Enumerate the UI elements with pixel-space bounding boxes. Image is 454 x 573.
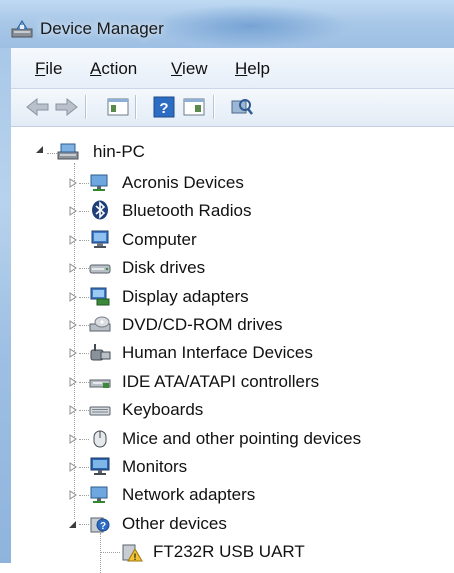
toolbar: ? bbox=[11, 89, 454, 127]
window-frame bbox=[0, 48, 11, 563]
collapse-arrow-icon[interactable] bbox=[35, 144, 45, 154]
device-tree: hin-PC Acronis Devices Bluetooth Radios Com… bbox=[11, 127, 454, 573]
menu-view[interactable]: View bbox=[171, 59, 208, 79]
expand-arrow-icon[interactable] bbox=[68, 234, 78, 245]
expand-arrow-icon[interactable] bbox=[68, 405, 78, 416]
expand-arrow-icon[interactable] bbox=[68, 206, 78, 217]
tree-node-label: hin-PC bbox=[93, 142, 145, 161]
dvd-drive-icon bbox=[89, 316, 111, 332]
expand-arrow-icon[interactable] bbox=[68, 320, 78, 330]
disk-drive-icon bbox=[89, 264, 111, 274]
expand-arrow-icon[interactable] bbox=[68, 462, 78, 472]
tree-node-label: Other devices bbox=[122, 513, 227, 533]
tree-root-node[interactable]: hin-PC bbox=[11, 127, 454, 161]
expand-arrow-icon[interactable] bbox=[68, 490, 78, 501]
menu-action[interactable]: Action bbox=[90, 59, 137, 79]
properties-view-icon[interactable] bbox=[181, 95, 207, 119]
forward-arrow-icon[interactable] bbox=[53, 95, 79, 119]
tree-category-item[interactable]: IDE ATA/ATAPI controllers bbox=[11, 369, 454, 395]
expand-arrow-icon[interactable] bbox=[68, 263, 78, 274]
tree-category-item[interactable]: Mice and other pointing devices bbox=[11, 426, 454, 452]
tree-device-item[interactable]: ! FT232R USB UART bbox=[11, 539, 454, 565]
help-icon[interactable]: ? bbox=[151, 95, 177, 119]
tree-node-label: Acronis Devices bbox=[122, 173, 244, 192]
tree-node-label: Mice and other pointing devices bbox=[122, 428, 362, 448]
hid-icon bbox=[90, 344, 111, 361]
tree-node-label: Human Interface Devices bbox=[122, 343, 313, 363]
scan-hardware-icon[interactable] bbox=[229, 95, 255, 119]
back-arrow-icon[interactable] bbox=[25, 95, 51, 119]
tree-node-label: Monitors bbox=[122, 457, 188, 476]
computer-icon bbox=[91, 230, 109, 248]
tree-node-label: FT232R USB UART bbox=[153, 542, 305, 562]
tree-category-item[interactable]: Human Interface Devices bbox=[11, 340, 454, 366]
ide-controller-icon bbox=[89, 379, 111, 388]
tree-category-item[interactable]: DVD/CD-ROM drives bbox=[11, 312, 454, 338]
svg-text:?: ? bbox=[159, 100, 168, 117]
tree-node-label: IDE ATA/ATAPI controllers bbox=[122, 371, 320, 391]
show-hide-console-tree-icon[interactable] bbox=[105, 95, 131, 119]
device-manager-icon bbox=[11, 20, 33, 38]
tree-node-label: Computer bbox=[122, 229, 197, 249]
tree-category-item[interactable]: Disk drives bbox=[11, 255, 454, 281]
monitor-icon bbox=[90, 457, 110, 475]
tree-category-item[interactable]: Network adapters bbox=[11, 482, 454, 508]
tree-node-label: Network adapters bbox=[122, 485, 256, 505]
tree-category-item[interactable]: Bluetooth Radios bbox=[11, 198, 454, 224]
tree-category-item[interactable]: Keyboards bbox=[11, 397, 454, 423]
expand-arrow-icon[interactable] bbox=[68, 291, 78, 302]
warning-device-icon: ! bbox=[122, 544, 143, 562]
root-computer-icon bbox=[57, 143, 79, 160]
tree-category-item[interactable]: Monitors bbox=[11, 454, 454, 480]
tree-node-label: Disk drives bbox=[122, 258, 206, 278]
expand-arrow-icon[interactable] bbox=[68, 376, 78, 387]
svg-text:?: ? bbox=[100, 521, 106, 532]
window-title: Device Manager bbox=[40, 19, 164, 38]
tree-node-label: Bluetooth Radios bbox=[122, 201, 252, 221]
keyboard-icon bbox=[89, 406, 111, 416]
tree-node-label: Display adapters bbox=[122, 286, 249, 306]
expand-arrow-icon[interactable] bbox=[68, 433, 78, 444]
title-bar: Device Manager bbox=[0, 0, 454, 48]
mouse-icon bbox=[93, 430, 107, 448]
tree-category-item[interactable]: Acronis Devices bbox=[11, 170, 454, 196]
bluetooth-icon bbox=[92, 200, 108, 220]
tree-node-label: DVD/CD-ROM drives bbox=[122, 315, 283, 334]
tree-category-item[interactable]: Computer bbox=[11, 227, 454, 253]
network-device-icon bbox=[90, 174, 108, 191]
display-adapter-icon bbox=[90, 287, 110, 306]
svg-text:!: ! bbox=[134, 552, 137, 562]
menu-bar: File Action View Help bbox=[11, 48, 454, 89]
expand-arrow-icon[interactable] bbox=[68, 348, 78, 359]
tree-category-item[interactable]: ? Other devices bbox=[11, 511, 454, 537]
tree-node-label: Keyboards bbox=[122, 400, 204, 420]
menu-help[interactable]: Help bbox=[235, 59, 270, 79]
menu-file[interactable]: File bbox=[35, 59, 62, 79]
unknown-device-icon: ? bbox=[90, 517, 110, 533]
tree-category-item[interactable]: Display adapters bbox=[11, 284, 454, 310]
expand-arrow-icon[interactable] bbox=[68, 178, 78, 188]
collapse-arrow-icon[interactable] bbox=[68, 519, 78, 529]
network-adapter-icon bbox=[90, 486, 108, 504]
